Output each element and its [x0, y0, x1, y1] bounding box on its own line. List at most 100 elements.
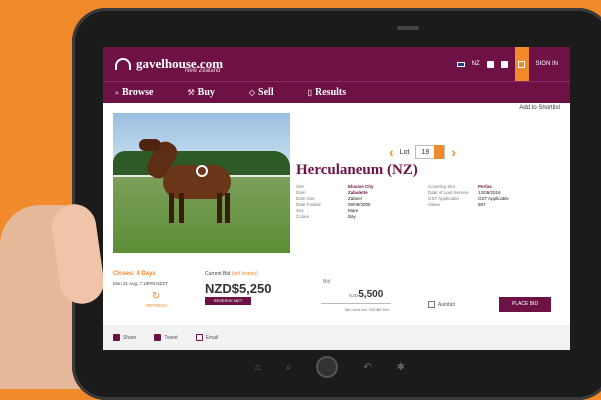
- detail-value: 12/09/2016: [478, 190, 501, 195]
- share-label: Share: [123, 334, 137, 341]
- detail-value[interactable]: Elusive City: [348, 184, 428, 189]
- bid-input-value: 5,500: [358, 289, 384, 300]
- gavel-house-icon: [115, 58, 131, 70]
- bid-currency: NZD: [349, 293, 359, 298]
- detail-value: 08/09/2006: [348, 202, 371, 207]
- min-next-bid: Min next bid: NZD$5,500: [345, 307, 390, 312]
- bid-history-link[interactable]: (bid history): [232, 271, 258, 277]
- mail-icon[interactable]: [486, 60, 494, 68]
- home-icon[interactable]: ⌂: [255, 362, 261, 373]
- detail-value[interactable]: Perfas: [478, 184, 538, 189]
- next-lot-icon[interactable]: ›: [451, 144, 456, 160]
- bid-input-underline: [321, 303, 391, 304]
- country-selector[interactable]: NZ: [472, 61, 480, 67]
- detail-value: GST Applicable: [478, 196, 509, 201]
- autobid-toggle[interactable]: Autobid: [428, 301, 455, 308]
- bid-input[interactable]: NZD5,500: [349, 289, 383, 300]
- nav-results[interactable]: ▯ Results: [308, 87, 347, 98]
- horse-head: [139, 139, 161, 151]
- twitter-icon: [154, 334, 162, 341]
- lot-navigator: ‹ Lot 19 ›: [389, 144, 456, 160]
- your-bid-label: Bid: [323, 279, 331, 285]
- tag-icon: ◇: [248, 88, 256, 97]
- refresh-button[interactable]: REFRESH: [146, 303, 168, 308]
- sign-in-link[interactable]: SIGN IN: [536, 61, 558, 67]
- tablet-hardware-buttons: ⌂ ⌕ ↶ ✱: [255, 356, 405, 378]
- nav-buy-label: Buy: [197, 87, 215, 98]
- nav-buy[interactable]: ⚒ Buy: [187, 87, 214, 98]
- nz-flag-icon: [456, 61, 465, 67]
- refresh-icon[interactable]: ↻: [152, 291, 160, 302]
- detail-value[interactable]: Zabalette: [348, 190, 428, 195]
- document-icon: ▯: [307, 88, 313, 97]
- detail-key: Colour: [296, 214, 310, 219]
- browse-icon: »: [115, 88, 119, 97]
- autobid-label: Autobid: [438, 301, 455, 308]
- closes-label: Closes: 4 Days: [113, 271, 156, 277]
- bid-panel: Closes: 4 Days Mon 21 Aug, 7:19PM NZST ↻…: [103, 261, 570, 319]
- detail-key: GST Applicable: [428, 196, 459, 201]
- bell-icon[interactable]: [500, 60, 508, 68]
- detail-value: Bay: [348, 214, 356, 219]
- lot-label: Lot: [399, 148, 410, 156]
- current-bid-label: Current Bid (bid history): [205, 271, 258, 277]
- place-bid-button[interactable]: PLACE BID: [499, 297, 551, 312]
- facebook-icon: [113, 334, 120, 341]
- back-icon[interactable]: ↶: [363, 362, 371, 373]
- nav-browse[interactable]: » Browse: [115, 87, 153, 98]
- details-left: Sire Elusive City Dam Zabalette Dam Sire Za…: [296, 184, 428, 219]
- detail-value: Zabeel: [348, 196, 362, 201]
- autobid-checkbox[interactable]: [428, 301, 435, 308]
- detail-key: Views: [428, 202, 440, 207]
- lot-title: Herculaneum (NZ): [296, 162, 418, 178]
- detail-value: Mare: [348, 208, 359, 213]
- search-icon[interactable]: ⌕: [286, 362, 292, 373]
- current-bid-value: NZD$5,250: [205, 281, 272, 296]
- closes-date: Mon 21 Aug, 7:19PM NZST: [113, 281, 169, 286]
- home-button[interactable]: [316, 356, 339, 378]
- horse-photo[interactable]: [113, 113, 290, 253]
- tablet-screen: gavelhouse.com New Zealand NZ SIGN IN » B…: [103, 47, 570, 350]
- detail-key: Date Foaled: [296, 202, 321, 207]
- nav-sell[interactable]: ◇ Sell: [249, 87, 274, 98]
- cart-icon: [518, 60, 526, 68]
- nav-sell-label: Sell: [258, 87, 274, 98]
- current-bid-text: Current Bid: [205, 271, 231, 277]
- horse-leg: [179, 193, 184, 223]
- prev-lot-icon[interactable]: ‹: [389, 144, 394, 160]
- brand-sub: New Zealand: [185, 68, 221, 74]
- nav-browse-label: Browse: [122, 87, 154, 98]
- go-button[interactable]: [434, 145, 445, 159]
- detail-key: Sex: [296, 208, 304, 213]
- horse-leg: [225, 193, 230, 223]
- reserve-met-badge: RESERVE MET: [205, 297, 251, 305]
- details-right: Covering Sire Perfas Date of Last Service…: [428, 184, 538, 207]
- horse-leg: [217, 193, 222, 223]
- detail-key: Covering Sire: [428, 184, 456, 189]
- cart-button[interactable]: [514, 47, 529, 81]
- detail-key: Dam Sire: [296, 196, 315, 201]
- detail-value: 867: [478, 202, 486, 207]
- share-footer: Share Tweet Email: [103, 325, 570, 350]
- lot-number: 19: [421, 148, 430, 156]
- email-label: Email: [205, 334, 219, 341]
- detail-key: Dam: [296, 190, 306, 195]
- lot-number-input[interactable]: 19: [415, 145, 446, 159]
- add-to-shortlist-link[interactable]: Add to Shortlist: [519, 105, 560, 111]
- nav-bar: » Browse ⚒ Buy ◇ Sell ▯ Results: [103, 81, 570, 103]
- share-facebook[interactable]: Share: [113, 334, 136, 341]
- share-email[interactable]: Email: [195, 334, 219, 341]
- top-right-controls: NZ SIGN IN: [456, 47, 558, 81]
- detail-key: Sire: [296, 184, 305, 189]
- share-twitter[interactable]: Tweet: [154, 334, 178, 341]
- gavel-icon: ⚒: [187, 88, 195, 97]
- horse-leg: [169, 193, 174, 223]
- top-bar: gavelhouse.com New Zealand NZ SIGN IN: [103, 47, 570, 81]
- nav-results-label: Results: [315, 87, 347, 98]
- detail-key: Date of Last Service: [428, 190, 469, 195]
- camera: [397, 26, 419, 30]
- tweet-label: Tweet: [164, 334, 178, 341]
- settings-icon[interactable]: ✱: [397, 362, 405, 373]
- zoom-icon[interactable]: [196, 165, 208, 177]
- email-icon: [195, 334, 203, 341]
